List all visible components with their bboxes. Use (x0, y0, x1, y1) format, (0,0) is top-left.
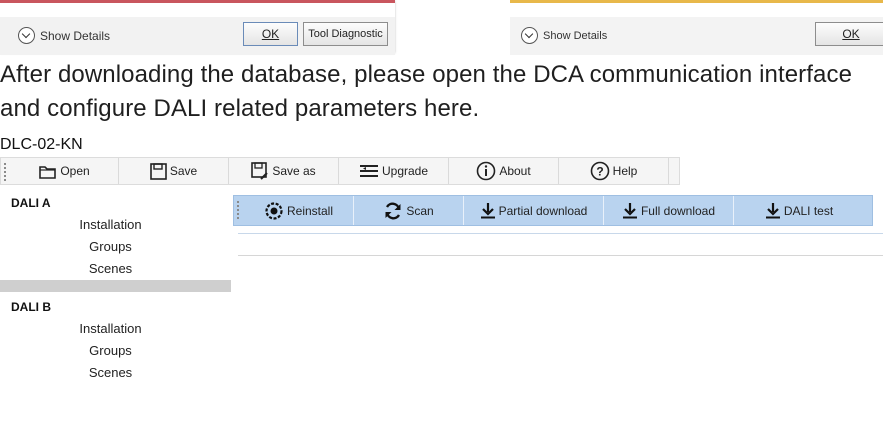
upgrade-button[interactable]: Upgrade (339, 158, 449, 184)
toolbar-grip[interactable] (1, 158, 11, 184)
ok-button-right[interactable]: OK (815, 22, 883, 46)
upgrade-icon (359, 165, 378, 177)
partial-download-label: Partial download (498, 203, 588, 218)
dialog-button-bar: Show Details OK Tool Diagnostic (0, 17, 395, 55)
open-label: Open (60, 164, 90, 178)
show-details-toggle[interactable]: Show Details (18, 27, 110, 44)
sidebar-header-dali-a[interactable]: DALI A (0, 192, 231, 214)
download-icon (480, 203, 495, 219)
sidebar-item-installation-a[interactable]: Installation (0, 214, 231, 236)
scan-label: Scan (406, 203, 434, 218)
sidebar-header-dali-b[interactable]: DALI B (0, 296, 231, 318)
about-button[interactable]: About (449, 158, 559, 184)
sidebar-item-scenes-b[interactable]: Scenes (0, 362, 231, 384)
download-icon (765, 203, 780, 219)
content-header-line (238, 255, 883, 256)
sidebar-item-groups-b[interactable]: Groups (0, 340, 231, 362)
dialog-footer-right: Show Details OK (510, 0, 883, 55)
dali-test-label: DALI test (783, 203, 834, 218)
ok-button[interactable]: OK (243, 22, 298, 46)
sidebar-separator (0, 280, 231, 292)
chevron-down-circle-icon (18, 27, 35, 44)
folder-icon (39, 165, 57, 179)
scan-button[interactable]: Scan (354, 196, 464, 225)
refresh-icon (385, 202, 401, 219)
content-divider (238, 233, 883, 234)
save-as-icon (251, 162, 269, 180)
reinstall-icon (265, 201, 283, 220)
save-label: Save (169, 164, 198, 178)
help-button[interactable]: ? Help (559, 158, 669, 184)
app-title: DLC-02-KN (0, 136, 83, 153)
help-label: Help (612, 164, 638, 178)
show-details-toggle-right[interactable]: Show Details (521, 27, 607, 44)
tool-diagnostic-label: Tool Diagnostic (308, 28, 383, 40)
info-icon (477, 161, 496, 181)
save-as-button[interactable]: Save as (229, 158, 339, 184)
dali-test-button[interactable]: DALI test (734, 196, 864, 225)
open-button[interactable]: Open (11, 158, 119, 184)
show-details-label: Show Details (543, 29, 608, 42)
full-download-button[interactable]: Full download (604, 196, 734, 225)
reinstall-button[interactable]: Reinstall (244, 196, 354, 225)
save-as-label: Save as (272, 164, 316, 178)
full-download-label: Full download (640, 203, 716, 218)
ok-label: OK (261, 27, 280, 41)
main-toolbar: Open Save Save as Upgrade About ? Help (0, 157, 680, 185)
show-details-label: Show Details (40, 28, 111, 43)
upgrade-label: Upgrade (381, 164, 429, 178)
dialog-button-bar-right: Show Details OK (510, 17, 883, 55)
partial-download-button[interactable]: Partial download (464, 196, 604, 225)
ok-label: OK (842, 27, 860, 41)
chevron-down-circle-icon (521, 27, 538, 44)
download-icon (622, 203, 637, 219)
toolbar-grip[interactable] (234, 196, 244, 225)
sidebar-item-scenes-a[interactable]: Scenes (0, 258, 231, 280)
reinstall-label: Reinstall (286, 203, 334, 218)
sidebar: DALI A Installation Groups Scenes DALI B… (0, 192, 231, 426)
help-icon: ? (590, 161, 609, 181)
about-label: About (499, 164, 531, 178)
tool-diagnostic-button[interactable]: Tool Diagnostic (303, 22, 388, 46)
save-button[interactable]: Save (119, 158, 229, 184)
instruction-text: After downloading the database, please o… (0, 61, 853, 122)
dali-toolbar: Reinstall Scan Partial download Full dow… (233, 195, 873, 226)
sidebar-item-groups-a[interactable]: Groups (0, 236, 231, 258)
sidebar-item-installation-b[interactable]: Installation (0, 318, 231, 340)
floppy-icon (150, 162, 167, 180)
dialog-footer-left: Show Details OK Tool Diagnostic (0, 0, 395, 55)
svg-text:?: ? (596, 165, 603, 179)
